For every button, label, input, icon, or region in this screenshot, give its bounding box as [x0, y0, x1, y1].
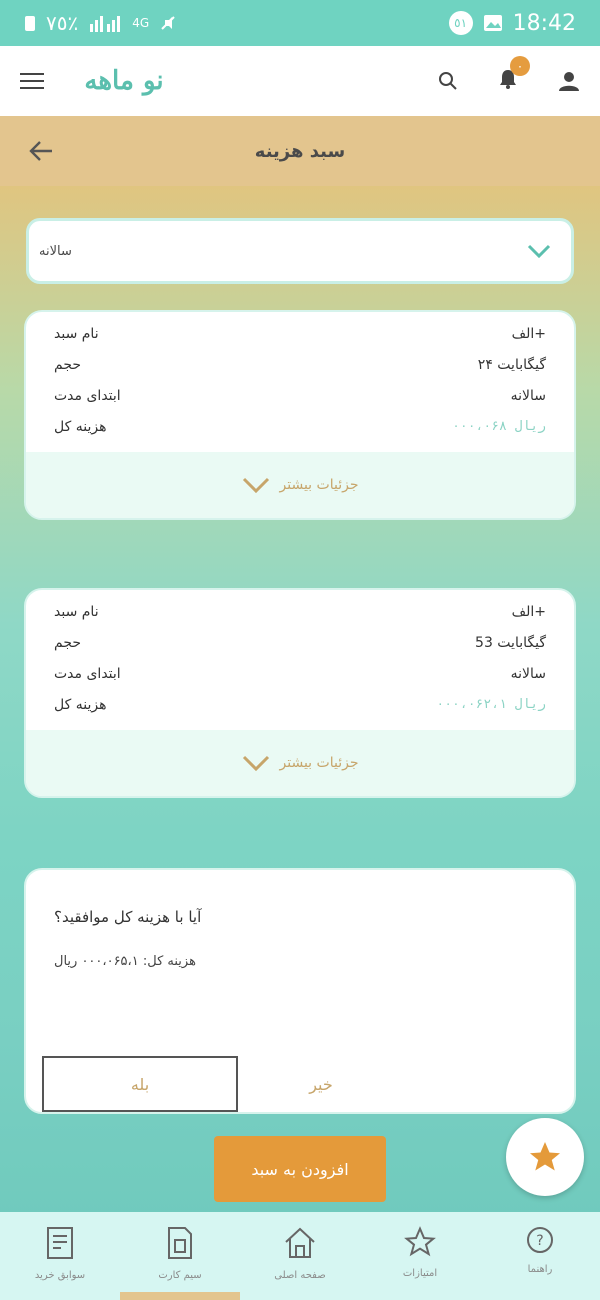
yes-button[interactable]: بله [42, 1056, 238, 1112]
chevron-down-icon [242, 755, 269, 771]
row-label: حجم [54, 356, 82, 373]
row-value: سالانه [510, 387, 546, 404]
confirm-total: هزینه کل: ۰۰۰،۰۶۵،۱ ریال [54, 954, 196, 969]
star-icon [404, 1226, 436, 1257]
expand-label: جزئیات بیشتر [279, 477, 359, 493]
nav-label: راهنما [527, 1264, 553, 1275]
row-value: الف+ [511, 325, 546, 342]
home-icon [285, 1227, 315, 1258]
notification-count: ٠ [510, 56, 530, 76]
row-label: حجم [54, 634, 82, 651]
package-details: نام سبد الف+ حجم 53 گیگابایت ابتدای مدت … [26, 590, 574, 730]
star-icon [530, 1142, 560, 1171]
chevron-down-icon [242, 477, 269, 493]
detail-row: ابتدای مدت سالانه [54, 380, 546, 411]
row-value-amount: ۰۰۰،۰۶۸ ریال [452, 419, 546, 434]
detail-row: حجم ۲۴ گیگابایت [54, 349, 546, 380]
row-value: ۲۴ گیگابایت [477, 356, 546, 373]
package-details: نام سبد الف+ حجم ۲۴ گیگابایت ابتدای مدت … [26, 312, 574, 452]
expand-details-button[interactable]: جزئیات بیشتر [26, 730, 574, 796]
signal-icon [90, 16, 121, 32]
row-value: سالانه [510, 665, 546, 682]
row-label: ابتدای مدت [54, 665, 121, 682]
package-card: نام سبد الف+ حجم 53 گیگابایت ابتدای مدت … [24, 588, 576, 798]
period-select[interactable]: سالانه [26, 218, 574, 284]
active-indicator [120, 1292, 240, 1300]
add-to-cart-button[interactable]: افزودن به سبد [214, 1136, 386, 1202]
header-right: ٠ [438, 56, 580, 94]
confirm-question: آیا با هزینه کل موافقید؟ [54, 908, 202, 926]
bottom-nav: سوابق خرید سیم کارت صفحه اصلی امتیازات ?… [0, 1212, 600, 1300]
row-label: نام سبد [54, 603, 99, 620]
row-value: الف+ [511, 603, 546, 620]
clock: 18:42 [512, 10, 576, 36]
battery-icon [25, 16, 35, 31]
status-bar: ٧٥٪ 4G ٥١ 18:42 [0, 0, 600, 46]
package-card: نام سبد الف+ حجم ۲۴ گیگابایت ابتدای مدت … [24, 310, 576, 520]
nav-item-simcard[interactable]: سیم کارت [120, 1226, 240, 1300]
detail-row: نام سبد الف+ [54, 318, 546, 349]
network-type: 4G [132, 16, 150, 30]
user-icon[interactable] [558, 70, 580, 92]
nav-label: صفحه اصلی [274, 1270, 326, 1281]
detail-row: حجم 53 گیگابایت [54, 627, 546, 658]
no-button[interactable]: خیر [266, 1056, 376, 1112]
expand-label: جزئیات بیشتر [279, 755, 359, 771]
notifications[interactable]: ٠ [498, 56, 530, 94]
sim-card-icon [168, 1227, 192, 1259]
expand-details-button[interactable]: جزئیات بیشتر [26, 452, 574, 518]
chevron-down-icon [527, 244, 551, 258]
detail-row: نام سبد الف+ [54, 596, 546, 627]
nav-item-home[interactable]: صفحه اصلی [240, 1226, 360, 1300]
back-arrow-icon[interactable] [28, 140, 54, 162]
receipt-icon [47, 1227, 73, 1259]
app-header: نو ماهه ٠ [0, 46, 600, 116]
row-value-amount: ۰۰۰،۰۶۲،۱ ریال [436, 697, 546, 712]
image-icon [483, 15, 502, 31]
detail-row: ابتدای مدت سالانه [54, 658, 546, 689]
app-logo: نو ماهه [84, 66, 164, 96]
row-value: 53 گیگابایت [475, 634, 546, 651]
detail-row: هزینه کل ۰۰۰،۰۶۲،۱ ریال [54, 689, 546, 720]
row-label: نام سبد [54, 325, 99, 342]
page-title: سبد هزینه [254, 140, 346, 162]
help-icon: ? [527, 1227, 553, 1253]
nav-item-purchases[interactable]: سوابق خرید [0, 1226, 120, 1300]
header-left: نو ماهه [20, 66, 164, 96]
nav-label: امتیازات [402, 1268, 438, 1279]
nav-label: سیم کارت [158, 1270, 202, 1281]
confirm-dialog: آیا با هزینه کل موافقید؟ هزینه کل: ۰۰۰،۰… [24, 868, 576, 1114]
menu-icon[interactable] [20, 72, 44, 90]
row-label: هزینه کل [54, 696, 107, 713]
status-left: ٧٥٪ 4G [24, 11, 177, 35]
row-label: ابتدای مدت [54, 387, 121, 404]
nav-item-points[interactable]: امتیازات [360, 1226, 480, 1300]
search-icon[interactable] [438, 71, 458, 91]
detail-row: هزینه کل ۰۰۰،۰۶۸ ریال [54, 411, 546, 442]
period-select-value: سالانه [39, 243, 72, 259]
svg-text:?: ? [536, 1233, 543, 1249]
favorite-fab[interactable] [506, 1118, 584, 1196]
nav-item-help[interactable]: ? راهنما [480, 1226, 600, 1300]
battery-percent: ٧٥٪ [46, 11, 79, 35]
mute-icon [161, 16, 175, 30]
status-right: ٥١ 18:42 [448, 10, 576, 36]
row-label: هزینه کل [54, 418, 107, 435]
nav-label: سوابق خرید [34, 1270, 86, 1281]
status-badge: ٥١ [448, 11, 473, 35]
page-title-bar: سبد هزینه [0, 116, 600, 186]
